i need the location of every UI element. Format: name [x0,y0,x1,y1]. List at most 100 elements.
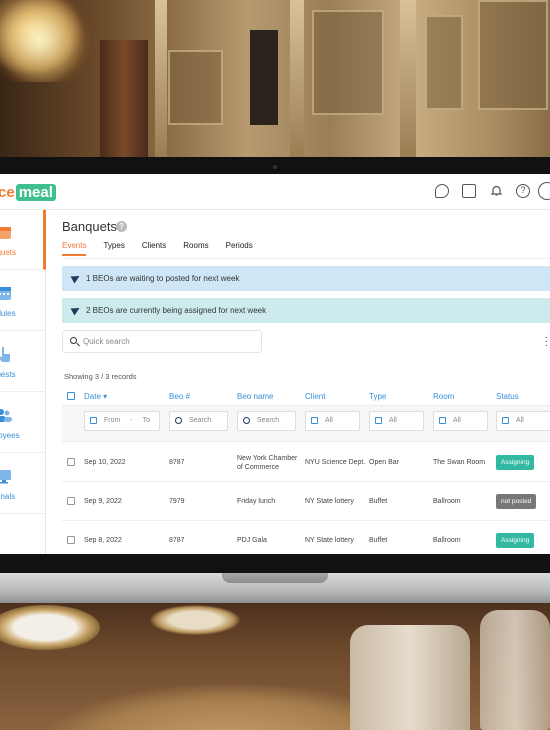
main-content: Banquets ? Events Types Clients Rooms Pe… [46,210,550,554]
filter-icon [439,417,446,424]
column-date[interactable]: Date ▾ [84,392,107,401]
header-icons: ? [435,184,530,198]
cell-beo-number: 7979 [169,498,185,505]
chair [350,625,470,730]
cell-date: Sep 9, 2022 [84,498,122,505]
curtain [100,40,148,160]
table-row[interactable]: Sep 8, 2022 8787 PDJ Gala NY State lotte… [62,521,550,554]
cell-type: Open Bar [369,459,399,466]
records-count: Showing 3 / 3 records [64,372,137,381]
monitor-icon [0,470,11,484]
row-checkbox[interactable] [67,497,75,505]
cell-beo-name[interactable]: New York Chamber of Commerce [237,443,299,482]
name-search-placeholder: Search [257,417,280,424]
sidebar-item-terminals[interactable]: minals [0,454,46,514]
column [290,0,304,160]
status-badge[interactable]: not posted [496,494,537,509]
title-help-icon[interactable]: ? [116,221,127,232]
wall-panel [168,50,223,125]
date-range-filter[interactable]: From - To [84,411,160,431]
column-beo-name[interactable]: Beo name [237,392,273,401]
sidebar-item-schedules[interactable]: edules [0,271,46,331]
room-filter[interactable]: All [433,411,488,431]
cell-status: not posted [496,482,537,521]
cell-beo-name[interactable]: Friday lunch [237,482,299,521]
date-separator: - [130,417,133,424]
date-from: From [104,417,121,424]
status-badge[interactable]: Assigning [496,533,535,548]
column [155,0,167,160]
column-room[interactable]: Room [433,392,454,401]
chat-icon[interactable] [435,184,449,198]
chair [480,610,550,730]
sidebar: nquets edules quests ployees minals [0,210,46,554]
cell-client: NYU Science Dept. [305,459,366,466]
sidebar-item-label: minals [0,492,16,501]
sidebar-item-label: ployees [0,431,20,440]
alert-waiting-text: 1 BEOs are waiting to posted for next we… [86,274,240,283]
search-icon [175,417,182,424]
alert-assigned[interactable]: 2 BEOs are currently being assigned for … [62,298,550,323]
sidebar-item-employees[interactable]: ployees [0,393,46,453]
laptop-notch [222,573,328,583]
filter-icon [311,417,318,424]
tab-periods[interactable]: Periods [226,241,253,256]
cell-client: NY State lottery [305,498,354,505]
calendar-icon [90,417,97,424]
filter-icon [502,417,509,424]
column-status[interactable]: Status [496,392,519,401]
quick-search-input[interactable]: Quick search [62,330,262,353]
row-checkbox[interactable] [67,536,75,544]
search-icon [70,337,77,344]
bell-icon[interactable] [489,184,503,198]
client-filter[interactable]: All [305,411,360,431]
document-icon[interactable] [462,184,476,198]
select-all-checkbox[interactable] [67,392,75,400]
background-photo-bottom [0,600,550,730]
tab-rooms[interactable]: Rooms [183,241,208,256]
sort-down-icon: ▾ [103,392,108,401]
tab-types[interactable]: Types [103,241,124,256]
column-beo-number[interactable]: Beo # [169,392,190,401]
user-avatar-icon[interactable] [538,182,550,200]
status-badge[interactable]: Assigning [496,455,535,470]
logo-prefix: ce [0,184,15,201]
logo-brand: meal [15,184,56,201]
more-options-icon[interactable]: · · · [545,333,548,351]
cell-type: Buffet [369,498,388,505]
cell-date: Sep 10, 2022 [84,459,126,466]
beo-number-search[interactable]: Search [169,411,228,431]
tab-events[interactable]: Events [62,241,87,256]
table-row[interactable]: Sep 9, 2022 7979 Friday lunch NY State l… [62,482,550,521]
cell-date: Sep 8, 2022 [84,537,122,544]
column-client[interactable]: Client [305,392,325,401]
sidebar-item-banquets[interactable]: nquets [0,210,46,270]
help-icon[interactable]: ? [516,184,530,198]
webcam [273,165,277,169]
beo-search-placeholder: Search [189,417,212,424]
type-filter[interactable]: All [369,411,424,431]
status-filter-value: All [516,417,524,424]
sidebar-item-label: edules [0,309,16,318]
background-photo-top [0,0,550,170]
table-row[interactable]: Sep 10, 2022 8787 New York Chamber of Co… [62,443,550,482]
table-header: Date ▾ Beo # Beo name Client Type Room S… [62,386,550,406]
banquets-icon [0,227,11,239]
app-header: ce meal ? [0,174,550,210]
beo-name-search[interactable]: Search [237,411,296,431]
app-logo[interactable]: ce meal [0,184,56,201]
alert-waiting[interactable]: 1 BEOs are waiting to posted for next we… [62,266,550,291]
cell-beo-number: 8787 [169,459,185,466]
filter-icon [375,417,382,424]
column-type[interactable]: Type [369,392,386,401]
status-filter[interactable]: All [496,411,550,431]
column [400,0,416,160]
cell-beo-name[interactable]: PDJ Gala [237,521,299,554]
row-checkbox[interactable] [67,458,75,466]
cell-room: Ballroom [433,498,461,505]
wall-panel [478,0,548,110]
app-screen: cemeal ? nquets edules quests ployees [0,174,550,554]
alert-assigned-text: 2 BEOs are currently being assigned for … [86,306,267,315]
tab-clients[interactable]: Clients [142,241,166,256]
sidebar-item-requests[interactable]: quests [0,332,46,392]
